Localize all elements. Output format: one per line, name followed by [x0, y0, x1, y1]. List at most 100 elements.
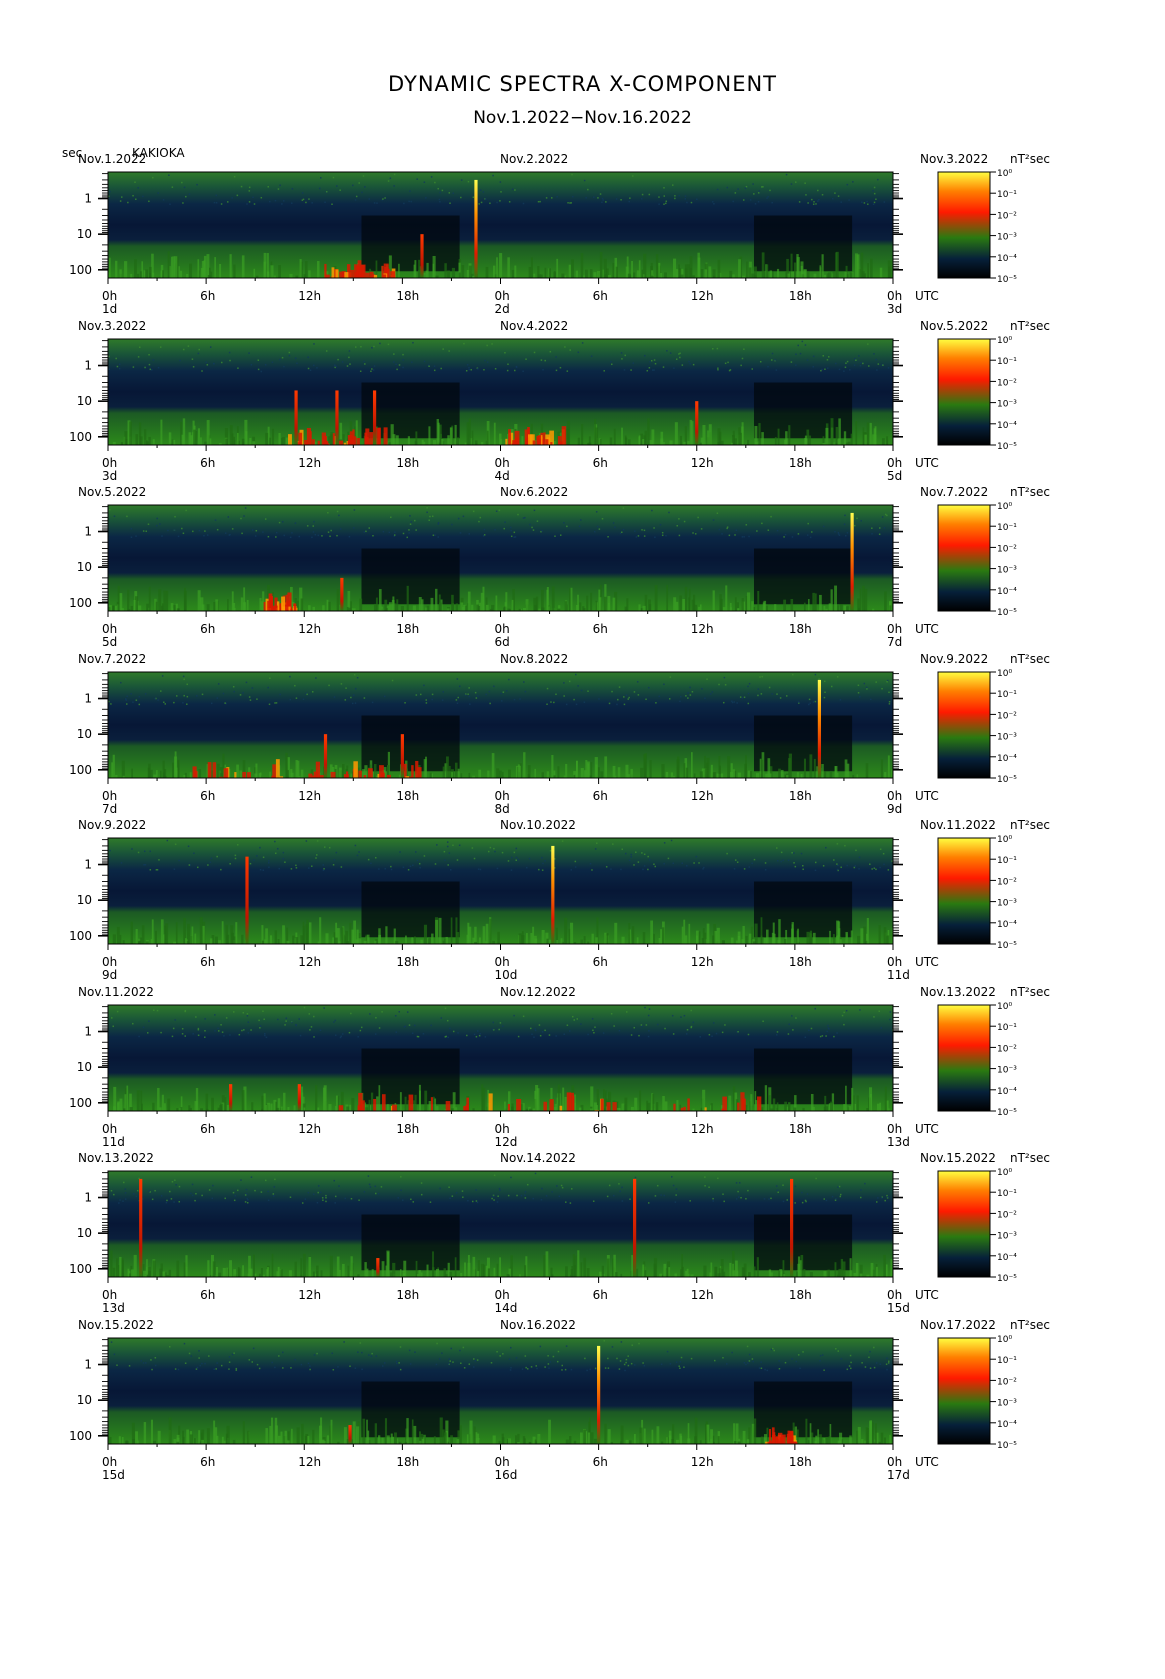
noise-speckle	[325, 190, 328, 193]
noise-speckle	[315, 676, 317, 679]
noise-speckle	[183, 1342, 186, 1344]
noise-speckle	[835, 362, 837, 364]
spectral-strand	[378, 589, 382, 611]
noise-speckle	[812, 365, 815, 368]
noise-speckle	[499, 200, 501, 202]
spectral-strand	[121, 760, 125, 778]
noise-speckle	[153, 1009, 155, 1011]
noise-speckle	[354, 701, 357, 704]
noise-speckle	[507, 1194, 510, 1197]
spectral-strand	[874, 1422, 877, 1444]
spectral-strand	[432, 1251, 434, 1277]
noise-speckle	[134, 181, 136, 183]
spectral-strand	[817, 1428, 819, 1444]
noise-speckle	[645, 1023, 648, 1026]
noise-speckle	[494, 850, 496, 853]
noise-speckle	[198, 1356, 200, 1359]
noise-speckle	[724, 683, 727, 686]
noise-speckle	[846, 1368, 849, 1370]
noise-speckle	[253, 203, 256, 205]
noise-speckle	[542, 368, 544, 371]
spectral-strand	[745, 754, 747, 778]
noise-speckle	[387, 343, 390, 345]
noise-speckle	[471, 1200, 474, 1203]
noise-speckle	[239, 693, 242, 696]
spectral-strand	[742, 925, 745, 944]
noise-speckle	[144, 692, 147, 695]
noise-speckle	[795, 353, 797, 355]
noise-speckle	[496, 201, 498, 204]
spectral-strand	[522, 1435, 526, 1444]
noise-speckle	[124, 1198, 127, 1200]
noise-speckle	[641, 529, 643, 531]
day-label: 12d	[495, 1135, 518, 1149]
noise-speckle	[448, 1357, 451, 1360]
x-tick-label: 6h	[593, 622, 608, 636]
noise-speckle	[174, 1179, 176, 1181]
noise-speckle	[254, 535, 257, 537]
colorbar-tick-label: 10⁻¹	[997, 1023, 1017, 1033]
noise-speckle	[348, 349, 351, 352]
noise-speckle	[871, 868, 873, 870]
noise-speckle	[364, 362, 366, 365]
spectral-strand	[237, 1268, 241, 1277]
noise-speckle	[466, 1034, 468, 1036]
active-band	[358, 770, 362, 778]
spectral-strand	[167, 1098, 171, 1111]
noise-speckle	[341, 360, 344, 363]
spectral-strand	[647, 417, 650, 445]
spectral-strand	[714, 930, 718, 944]
spectral-strand	[548, 268, 551, 278]
x-tick-label: 12h	[298, 289, 321, 303]
noise-speckle	[824, 691, 826, 693]
noise-speckle	[493, 1174, 496, 1177]
noise-speckle	[805, 194, 807, 196]
spectral-strand	[450, 1434, 453, 1444]
noise-speckle	[348, 1031, 351, 1033]
noise-speckle	[889, 1018, 891, 1020]
noise-speckle	[623, 368, 626, 371]
spectral-strand	[620, 1425, 624, 1444]
spectral-strand	[517, 763, 520, 778]
spectral-strand	[604, 755, 608, 778]
noise-speckle	[213, 201, 216, 204]
noise-speckle	[462, 1196, 464, 1198]
spectral-strand	[212, 1261, 216, 1277]
noise-speckle	[178, 1200, 181, 1203]
noise-speckle	[735, 1182, 738, 1184]
spectral-strand	[424, 1090, 428, 1111]
noise-speckle	[159, 345, 162, 348]
noise-speckle	[258, 1367, 261, 1369]
spectral-strand	[119, 269, 122, 278]
spectral-strand	[441, 438, 444, 445]
spectral-strand	[251, 1101, 254, 1111]
spectral-strand	[809, 1422, 812, 1444]
spectral-strand	[109, 1436, 112, 1444]
spectral-strand	[384, 599, 388, 611]
noise-speckle	[814, 700, 817, 702]
noise-speckle	[444, 1007, 447, 1009]
noise-speckle	[337, 1365, 339, 1368]
noise-speckle	[282, 1366, 284, 1369]
spectrogram-svg: 1101000h 6h 12h 18h 0h 6h 12h 18h 0h UTC9d 10d 11d1…	[69, 835, 1017, 982]
noise-speckle	[165, 1201, 168, 1204]
noise-speckle	[679, 1366, 681, 1369]
noise-speckle	[197, 1034, 200, 1036]
noise-speckle	[264, 518, 267, 520]
colorbar-tick-label: 10⁻¹	[997, 357, 1017, 367]
noise-speckle	[541, 1187, 543, 1190]
noise-speckle	[859, 364, 862, 367]
noise-speckle	[169, 1190, 171, 1193]
noise-speckle	[623, 703, 626, 705]
x-tick-label: 0h	[495, 289, 510, 303]
noise-speckle	[611, 363, 613, 365]
noise-speckle	[635, 536, 638, 538]
noise-speckle	[215, 202, 218, 204]
noise-speckle	[363, 696, 366, 699]
spectral-strand	[870, 258, 873, 278]
spectral-strand	[125, 438, 128, 445]
y-tick-label: 100	[69, 762, 92, 776]
noise-speckle	[565, 1344, 568, 1347]
noise-speckle	[414, 1350, 416, 1353]
spectral-strand	[658, 262, 661, 278]
